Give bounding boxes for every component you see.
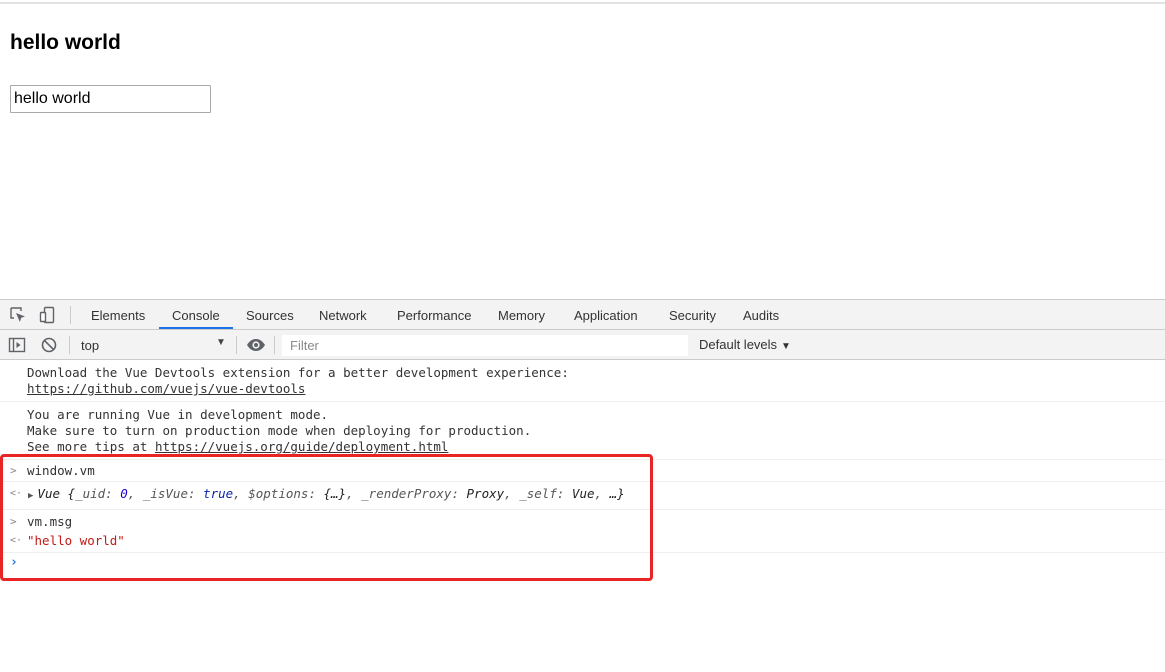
- levels-label: Default levels: [699, 337, 778, 352]
- tab-network[interactable]: Network: [319, 300, 367, 329]
- toolbar-divider: [274, 336, 275, 354]
- tab-sources[interactable]: Sources: [246, 300, 294, 329]
- active-tab-indicator: [159, 327, 233, 329]
- toolbar-divider: [236, 336, 237, 354]
- console-message: Download the Vue Devtools extension for …: [0, 360, 1165, 402]
- tabbar-divider: [70, 306, 71, 324]
- tab-performance[interactable]: Performance: [397, 300, 471, 329]
- console-result-entry: <· ▶ Vue {_uid: 0, _isVue: true, $options…: [0, 482, 1165, 510]
- tab-console[interactable]: Console: [172, 300, 220, 329]
- result-arrow-icon: <·: [10, 535, 23, 546]
- toolbar-divider: [69, 336, 70, 354]
- message-text: Download the Vue Devtools extension for …: [27, 365, 569, 380]
- tab-elements[interactable]: Elements: [91, 300, 145, 329]
- console-toolbar: top ▼ Default levels▼: [0, 330, 1165, 360]
- clear-console-icon[interactable]: [40, 336, 58, 354]
- input-text: vm.msg: [27, 514, 73, 529]
- devtools-panel: Elements Console Sources Network Perform…: [0, 299, 1165, 672]
- chevron-down-icon: ▼: [781, 341, 791, 352]
- top-border: [0, 2, 1165, 4]
- device-toolbar-icon[interactable]: [39, 306, 57, 324]
- show-sidebar-icon[interactable]: [8, 336, 26, 354]
- prompt-input[interactable]: [27, 555, 1165, 571]
- console-input-entry: > window.vm: [0, 460, 1165, 482]
- input-text: window.vm: [27, 463, 95, 478]
- tab-memory[interactable]: Memory: [498, 300, 545, 329]
- result-arrow-icon: <·: [10, 488, 23, 499]
- eye-icon[interactable]: [246, 336, 265, 354]
- devtools-link[interactable]: https://github.com/vuejs/vue-devtools: [27, 381, 305, 396]
- console-result-entry: <· "hello world": [0, 531, 1165, 553]
- tab-application[interactable]: Application: [574, 300, 638, 329]
- expand-triangle-icon[interactable]: ▶: [28, 491, 33, 501]
- message-text: You are running Vue in development mode.: [27, 407, 329, 422]
- inspect-element-icon[interactable]: [9, 306, 27, 324]
- context-value: top: [81, 338, 100, 353]
- tab-security[interactable]: Security: [669, 300, 716, 329]
- tab-audits[interactable]: Audits: [743, 300, 779, 329]
- input-chevron-icon: >: [10, 464, 17, 477]
- console-message: You are running Vue in development mode.…: [0, 402, 1165, 460]
- log-levels-dropdown[interactable]: Default levels ▼: [699, 337, 791, 352]
- input-chevron-icon: >: [10, 515, 17, 528]
- message-input[interactable]: [10, 85, 211, 113]
- deployment-guide-link[interactable]: https://vuejs.org/guide/deployment.html: [155, 439, 449, 454]
- devtools-tabbar: Elements Console Sources Network Perform…: [0, 299, 1165, 330]
- context-selector[interactable]: top ▼: [74, 335, 230, 355]
- result-object[interactable]: ▶ Vue {_uid: 0, _isVue: true, $options: {…: [27, 486, 1165, 504]
- message-text: Make sure to turn on production mode whe…: [27, 423, 532, 438]
- result-string: "hello world": [27, 533, 125, 548]
- console-prompt[interactable]: ›: [0, 553, 1165, 575]
- chevron-down-icon: ▼: [216, 337, 226, 348]
- prompt-chevron-icon: ›: [10, 555, 18, 570]
- filter-input[interactable]: [282, 335, 688, 356]
- console-output: Download the Vue Devtools extension for …: [0, 360, 1165, 575]
- console-input-entry: > vm.msg: [0, 510, 1165, 531]
- message-text: See more tips at: [27, 439, 155, 454]
- page-heading: hello world: [10, 31, 121, 54]
